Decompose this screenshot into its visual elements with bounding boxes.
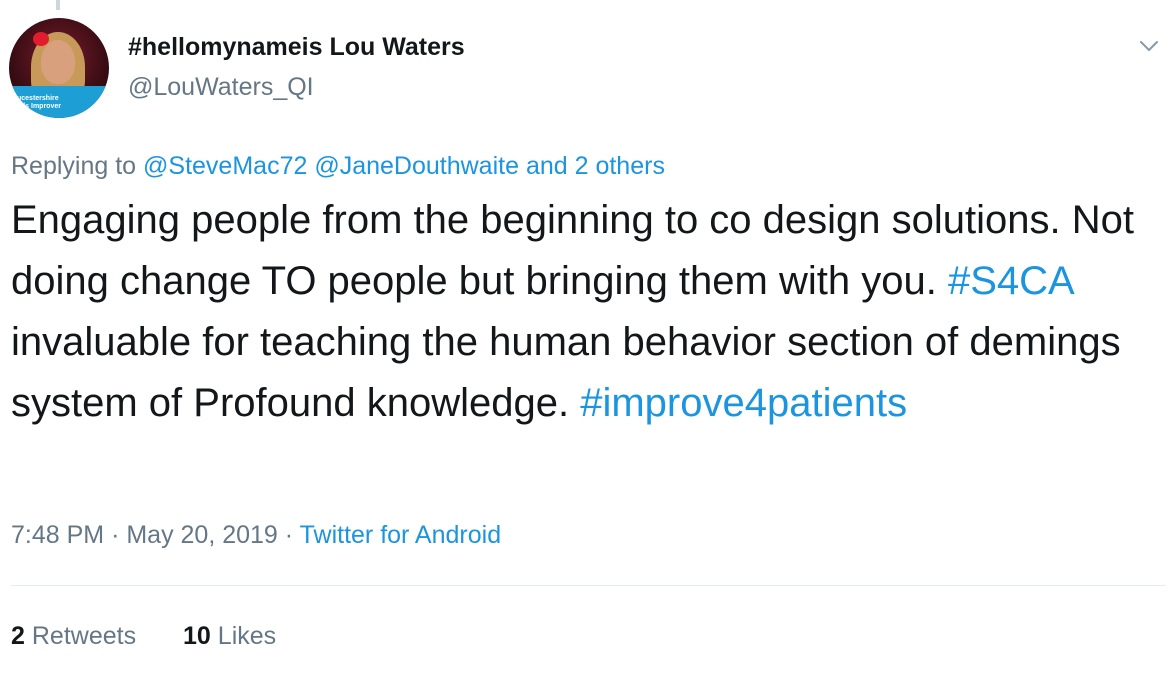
tweet-text: Engaging people from the beginning to co… <box>11 190 1161 434</box>
tweet-date[interactable]: May 20, 2019 <box>126 521 278 549</box>
tweet-time[interactable]: 7:48 PM <box>11 521 104 549</box>
meta-separator: · <box>111 521 120 549</box>
mention-others[interactable]: and 2 others <box>526 152 665 180</box>
retweets-stat[interactable]: 2 Retweets <box>11 622 143 650</box>
tweet-text-part-2: invaluable for teaching the human behavi… <box>11 320 1121 425</box>
hashtag-s4ca[interactable]: #S4CA <box>948 259 1073 303</box>
tweet-source[interactable]: Twitter for Android <box>300 521 501 549</box>
meta-separator: · <box>284 521 294 549</box>
chevron-down-icon[interactable] <box>1137 34 1161 58</box>
divider <box>11 585 1166 586</box>
author-handle[interactable]: @LouWaters_QI <box>128 73 314 102</box>
tweet-metadata: 7:48 PM · May 20, 2019 · Twitter for And… <box>11 521 501 550</box>
avatar[interactable]: ucestershire tals Improver <box>9 18 109 118</box>
avatar-face <box>41 40 75 84</box>
tweet-stats: 2 Retweets 10 Likes <box>11 622 276 651</box>
avatar-banner-text: ucestershire tals Improver <box>17 95 61 110</box>
thread-connector-line <box>56 0 60 10</box>
hashtag-improve4patients[interactable]: #improve4patients <box>580 381 907 425</box>
mention-janedouthwaite[interactable]: @JaneDouthwaite <box>314 152 519 180</box>
retweets-count: 2 <box>11 622 25 650</box>
likes-count: 10 <box>183 622 211 650</box>
avatar-flower <box>33 32 49 46</box>
likes-stat[interactable]: 10 Likes <box>183 622 276 650</box>
mention-stevemac72[interactable]: @SteveMac72 <box>143 152 307 180</box>
author-display-name[interactable]: #hellomynameis Lou Waters <box>128 33 465 62</box>
replying-to-line: Replying to @SteveMac72 @JaneDouthwaite … <box>11 152 665 181</box>
retweets-label: Retweets <box>31 622 137 650</box>
replying-to-label: Replying to <box>11 152 137 180</box>
likes-label: Likes <box>217 622 277 650</box>
